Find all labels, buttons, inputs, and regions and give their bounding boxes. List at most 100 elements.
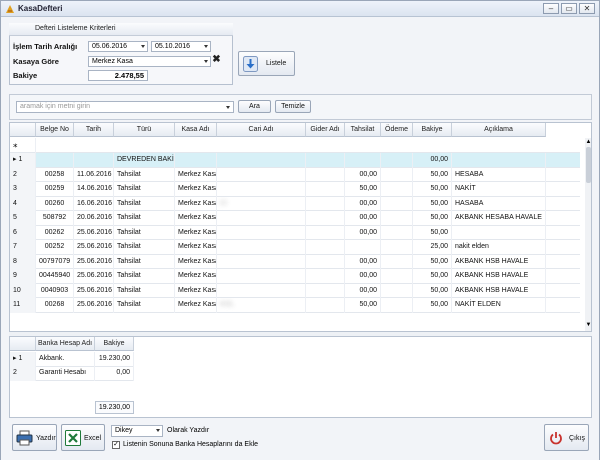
cell-odeme[interactable]	[381, 283, 413, 298]
cell-tarih[interactable]: 16.06.2016	[74, 196, 114, 211]
col-kasa-adi[interactable]: Kasa Adı	[175, 123, 217, 137]
cell-cari[interactable]	[217, 153, 306, 168]
cell-tahsilat[interactable]	[345, 153, 381, 168]
cell-kasa[interactable]: Merkez Kasa	[175, 283, 217, 298]
cell-tarih[interactable]: 25.06.2016	[74, 269, 114, 284]
orientation-select[interactable]: Dikey	[111, 425, 163, 437]
cell-n[interactable]: 6	[10, 225, 36, 240]
clear-button[interactable]: Temizle	[275, 100, 311, 113]
cell-aciklama[interactable]: AKBANK HESABA HAVALE	[452, 211, 546, 226]
cell-odeme[interactable]	[381, 211, 413, 226]
table-row[interactable]: 11 00268 25.06.2016 Tahsilat Merkez Kasa KOL 5…	[10, 298, 580, 313]
cell-cari[interactable]	[217, 225, 306, 240]
bank-cell-name[interactable]: Garanti Hesabı	[36, 366, 95, 381]
cell-kasa[interactable]: Merkez Kasa	[175, 167, 217, 182]
cell-bakiye[interactable]: 50,00	[413, 269, 452, 284]
close-window-button[interactable]: ✕	[579, 3, 595, 14]
cell-tahsilat[interactable]	[345, 240, 381, 255]
cell-belge[interactable]: 00252	[36, 240, 74, 255]
table-row[interactable]: 9 00445940 25.06.2016 Tahsilat Merkez Kasa 00…	[10, 269, 580, 284]
cell-kasa[interactable]: Merkez Kasa	[175, 240, 217, 255]
cell-turu[interactable]: Tahsilat	[114, 269, 175, 284]
cell-gider[interactable]	[306, 196, 345, 211]
cell-n[interactable]: ▸ 1	[10, 153, 36, 168]
list-button[interactable]: Listele	[238, 51, 295, 76]
cell-cari[interactable]	[217, 182, 306, 197]
cell-tahsilat[interactable]: 00,00	[345, 167, 381, 182]
cell-turu[interactable]: Tahsilat	[114, 225, 175, 240]
cell-bakiye[interactable]: 50,00	[413, 283, 452, 298]
col-bank-balance[interactable]: Bakiye	[95, 337, 134, 351]
cell-tarih[interactable]: 20.06.2016	[74, 211, 114, 226]
cell-gider[interactable]	[306, 269, 345, 284]
cell-tarih[interactable]: 25.06.2016	[74, 298, 114, 313]
cell-bakiye[interactable]: 50,00	[413, 225, 452, 240]
table-row[interactable]: 6 00262 25.06.2016 Tahsilat Merkez Kasa 00,00…	[10, 225, 580, 240]
cell-turu[interactable]: Tahsilat	[114, 240, 175, 255]
col-tahsilat[interactable]: Tahsilat	[345, 123, 381, 137]
cell-tahsilat[interactable]: 50,00	[345, 182, 381, 197]
search-button[interactable]: Ara	[238, 100, 271, 113]
include-banks-checkbox[interactable]: ✓	[112, 441, 120, 449]
cell-belge[interactable]: 00445940	[36, 269, 74, 284]
cell-odeme[interactable]	[381, 254, 413, 269]
cell-odeme[interactable]	[381, 240, 413, 255]
cell-gider[interactable]	[306, 225, 345, 240]
bank-cell-n[interactable]: 2	[10, 366, 36, 381]
cell-odeme[interactable]	[381, 269, 413, 284]
date-from-field[interactable]: 05.06.2016	[88, 41, 148, 52]
cell-turu[interactable]: DEVREDEN BAKİYE	[114, 153, 175, 168]
exit-button[interactable]: Çıkış	[544, 424, 589, 451]
table-row[interactable]: 2 00258 11.06.2016 Tahsilat Merkez Kasa 00,00…	[10, 167, 580, 182]
cell-cari[interactable]: KOL	[217, 298, 306, 313]
cell-gider[interactable]	[306, 167, 345, 182]
cell-cari[interactable]	[217, 167, 306, 182]
cell-aciklama[interactable]: NAKİT	[452, 182, 546, 197]
cell-gider[interactable]	[306, 153, 345, 168]
maximize-button[interactable]: ▭	[561, 3, 577, 14]
col-gider-adi[interactable]: Gider Adı	[306, 123, 345, 137]
cell-tarih[interactable]: 25.06.2016	[74, 240, 114, 255]
cell-turu[interactable]: Tahsilat	[114, 182, 175, 197]
cell-bakiye[interactable]: 50,00	[413, 211, 452, 226]
cell-odeme[interactable]	[381, 182, 413, 197]
cell-kasa[interactable]: Merkez Kasa	[175, 196, 217, 211]
scroll-down-icon[interactable]: ▼	[585, 322, 591, 328]
cell-bakiye[interactable]: 50,00	[413, 182, 452, 197]
cell-cari[interactable]	[217, 240, 306, 255]
bank-cell-name[interactable]: Akbank.	[36, 352, 95, 367]
bank-cell-n[interactable]: ▸ 1	[10, 352, 36, 367]
cell-gider[interactable]	[306, 240, 345, 255]
cell-n[interactable]: 3	[10, 182, 36, 197]
cell-cari[interactable]: CI	[217, 196, 306, 211]
cell-belge[interactable]: 508792	[36, 211, 74, 226]
table-row[interactable]: 7 00252 25.06.2016 Tahsilat Merkez Kasa 25,00…	[10, 240, 580, 255]
cell-kasa[interactable]: Merkez Kasa	[175, 225, 217, 240]
cell-bakiye[interactable]: 25,00	[413, 240, 452, 255]
cell-belge[interactable]: 00259	[36, 182, 74, 197]
cell-aciklama[interactable]: AKBANK HSB HAVALE	[452, 269, 546, 284]
cell-turu[interactable]: Tahsilat	[114, 167, 175, 182]
table-row[interactable]: ▸ 1 DEVREDEN BAKİYE 00,00	[10, 153, 580, 168]
cell-belge[interactable]	[36, 153, 74, 168]
bank-row[interactable]: ▸ 1 Akbank. 19.230,00	[10, 352, 134, 367]
cell-belge[interactable]: 00797079	[36, 254, 74, 269]
cell-aciklama[interactable]	[452, 225, 546, 240]
cell-belge[interactable]: 00260	[36, 196, 74, 211]
cell-bakiye[interactable]: 50,00	[413, 167, 452, 182]
excel-button[interactable]: Excel	[61, 424, 105, 451]
clear-cash-icon[interactable]: ✖	[211, 55, 222, 66]
cell-n[interactable]: 4	[10, 196, 36, 211]
cell-tarih[interactable]: 11.06.2016	[74, 167, 114, 182]
cell-kasa[interactable]: Merkez Kasa	[175, 269, 217, 284]
cell-aciklama[interactable]: nakit elden	[452, 240, 546, 255]
cell-belge[interactable]: 00258	[36, 167, 74, 182]
bank-cell-balance[interactable]: 19.230,00	[95, 352, 134, 367]
cell-tarih[interactable]: 14.06.2016	[74, 182, 114, 197]
cell-odeme[interactable]	[381, 167, 413, 182]
cell-kasa[interactable]	[175, 153, 217, 168]
cell-cari[interactable]	[217, 211, 306, 226]
cell-odeme[interactable]	[381, 153, 413, 168]
cash-select[interactable]: Merkez Kasa	[88, 56, 211, 67]
cell-n[interactable]: 5	[10, 211, 36, 226]
